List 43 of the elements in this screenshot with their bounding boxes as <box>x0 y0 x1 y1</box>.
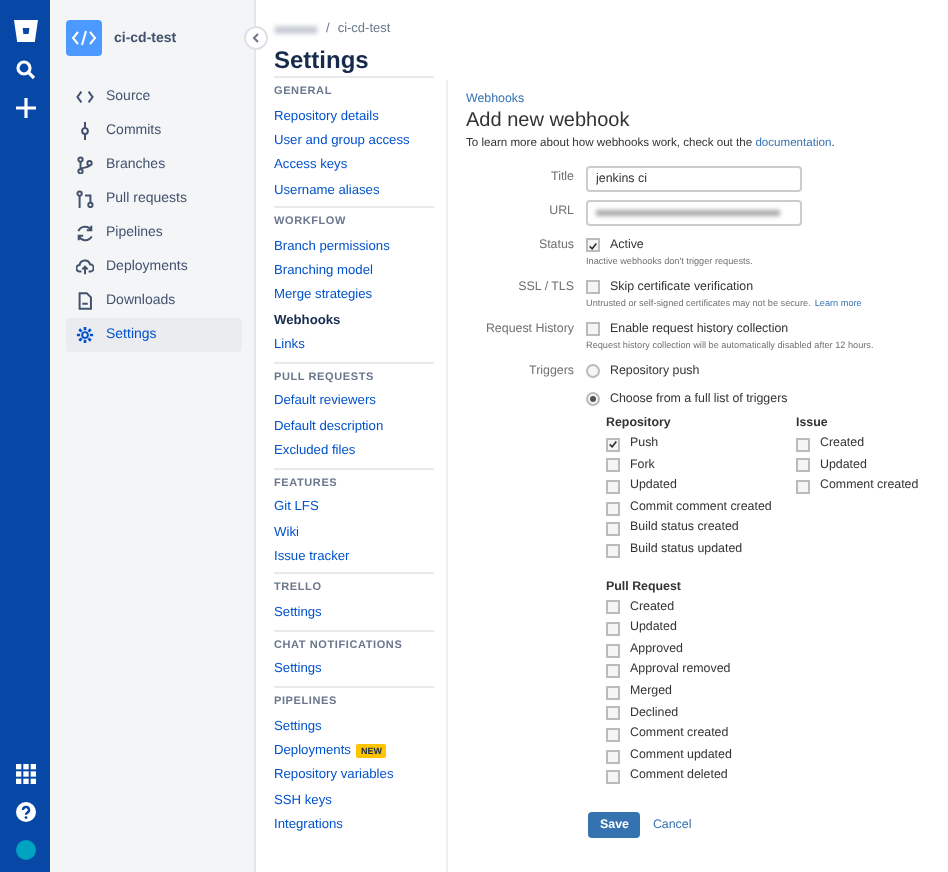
checkbox[interactable] <box>606 437 620 452</box>
radio-button[interactable] <box>586 364 600 378</box>
gear-icon <box>76 326 94 344</box>
plus-icon[interactable] <box>15 98 35 118</box>
avatar[interactable] <box>15 840 35 860</box>
cycle-icon <box>76 224 94 242</box>
checkbox[interactable] <box>586 322 600 336</box>
page-title: Settings <box>274 46 371 74</box>
checkbox[interactable] <box>606 770 620 785</box>
checkbox[interactable] <box>606 727 620 742</box>
code-repo-icon <box>66 20 102 56</box>
radio-button[interactable] <box>586 392 600 406</box>
checkbox[interactable] <box>586 238 600 252</box>
url-field[interactable] <box>586 200 802 226</box>
help-icon[interactable] <box>15 802 35 822</box>
search-icon[interactable] <box>15 60 35 80</box>
bucket-logo-icon[interactable] <box>13 20 37 42</box>
checkbox[interactable] <box>606 685 620 700</box>
checkbox[interactable] <box>606 479 620 494</box>
checkbox[interactable] <box>796 458 810 473</box>
checkbox[interactable] <box>606 621 620 636</box>
checkbox[interactable] <box>606 543 620 558</box>
file-icon <box>76 292 94 310</box>
chevron-left-icon <box>250 32 262 44</box>
checkbox[interactable] <box>796 479 810 494</box>
checkbox[interactable] <box>606 600 620 615</box>
collapse-button[interactable] <box>244 26 268 50</box>
pull-request-icon <box>76 190 94 208</box>
form-title: Add new webhook <box>466 110 632 132</box>
commit-icon <box>76 122 94 140</box>
checkbox[interactable] <box>606 643 620 658</box>
branch-icon <box>76 156 94 174</box>
cloud-icon <box>76 258 94 276</box>
checkbox[interactable] <box>606 749 620 764</box>
checkbox[interactable] <box>586 280 600 294</box>
checkbox[interactable] <box>606 664 620 679</box>
checkbox[interactable] <box>606 458 620 473</box>
code-icon <box>76 88 94 106</box>
checkbox[interactable] <box>796 437 810 452</box>
checkbox[interactable] <box>606 501 620 516</box>
checkbox[interactable] <box>606 706 620 721</box>
checkbox[interactable] <box>606 522 620 537</box>
app-grid-icon[interactable] <box>15 764 35 784</box>
